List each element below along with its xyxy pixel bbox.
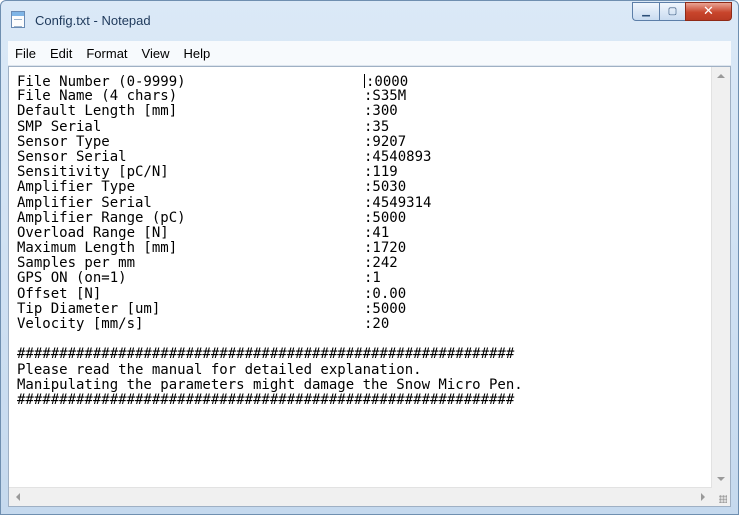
config-label: File Name (4 chars) [17,88,178,105]
config-line: Tip Diameter [um] :5000 [17,300,708,317]
menu-view[interactable]: View [135,46,177,61]
config-value: :5030 [364,179,407,196]
config-line: Sensitivity [pC/N] :119 [17,164,708,181]
text-area[interactable]: File Number (0-9999):0000 File Name (4 ch… [17,74,708,482]
notepad-window: Config.txt - Notepad ▁ ▢ ✕ File Edit For… [0,0,739,515]
config-line: Maximum Length [mm] :1720 [17,240,708,257]
config-value: :20 [364,316,390,332]
config-value: :242 [364,255,398,272]
config-value: :0.00 [364,285,407,302]
scroll-up-icon[interactable] [717,74,725,78]
minimize-button[interactable]: ▁ [632,2,659,21]
config-label: Amplifier Serial [17,194,152,211]
footer-line: ########################################… [17,346,515,363]
config-label: Samples per mm [17,255,136,272]
maximize-icon: ▢ [667,6,678,17]
config-label: Amplifier Type [17,179,136,196]
config-value: :9207 [364,133,407,150]
config-label: Default Length [mm] [17,103,178,120]
config-label: SMP Serial [17,118,102,135]
title-bar[interactable]: Config.txt - Notepad ▁ ▢ ✕ [1,1,738,41]
config-value: :5000 [364,300,407,317]
config-line: Offset [N] :0.00 [17,285,708,302]
menu-help[interactable]: Help [176,46,217,61]
config-line: File Name (4 chars) :S35M [17,88,708,105]
config-label: Overload Range [N] [17,224,169,241]
config-label: Velocity [mm/s] [17,316,144,332]
config-value: :S35M [364,88,407,105]
notepad-icon[interactable] [11,11,25,28]
text-cursor [364,74,365,88]
config-label: Maximum Length [mm] [17,240,178,257]
config-line: Sensor Type :9207 [17,133,708,150]
config-line: Samples per mm :242 [17,256,708,271]
config-value: :300 [364,103,398,120]
footer-line: ########################################… [17,391,515,408]
config-value: :35 [364,118,390,135]
minimize-icon: ▁ [642,6,650,17]
config-line: Default Length [mm] :300 [17,104,708,119]
config-line: Amplifier Serial :4549314 [17,194,708,211]
config-label: Sensor Serial [17,148,127,165]
config-label: Sensor Type [17,133,110,150]
config-value: :5000 [364,209,407,226]
close-button[interactable]: ✕ [685,2,732,21]
config-label: GPS ON (on=1) [17,270,127,287]
config-line: SMP Serial :35 [17,118,708,135]
config-value: :1720 [364,240,407,257]
text-editor[interactable]: File Number (0-9999):0000 File Name (4 ch… [8,66,731,507]
config-line: GPS ON (on=1) :1 [17,271,708,286]
config-value: :1 [364,270,381,287]
vertical-scrollbar[interactable] [711,67,730,488]
window-title: Config.txt - Notepad [35,13,151,28]
footer-line: Please read the manual for detailed expl… [17,361,422,378]
scroll-left-icon[interactable] [16,493,20,501]
config-label: Amplifier Range (pC) [17,209,186,226]
config-value: :41 [364,224,390,241]
maximize-button[interactable]: ▢ [659,2,685,21]
menu-bar: File Edit Format View Help [8,41,731,66]
config-value: :119 [364,164,398,181]
config-value: :4540893 [364,148,432,165]
horizontal-scrollbar[interactable] [9,487,712,506]
close-icon: ✕ [703,4,714,19]
config-line: Amplifier Range (pC) :5000 [17,209,708,226]
config-label: Offset [N] [17,285,102,302]
resize-grip-icon[interactable] [719,495,727,503]
config-line: Overload Range [N] :41 [17,224,708,241]
menu-format[interactable]: Format [79,46,134,61]
menu-edit[interactable]: Edit [43,46,79,61]
size-grip[interactable] [712,488,730,506]
config-line: Sensor Serial :4540893 [17,148,708,165]
config-label: Tip Diameter [um] [17,300,161,317]
config-value: :4549314 [364,194,432,211]
config-line: Amplifier Type :5030 [17,180,708,195]
config-line: Velocity [mm/s] :20 [17,316,708,332]
config-line: File Number (0-9999):0000 [17,74,708,90]
scroll-down-icon[interactable] [717,477,725,481]
footer-line: Manipulating the parameters might damage… [17,376,523,393]
menu-file[interactable]: File [8,46,43,61]
config-label: Sensitivity [pC/N] [17,164,169,181]
window-controls: ▁ ▢ ✕ [632,2,732,22]
scroll-right-icon[interactable] [701,493,705,501]
